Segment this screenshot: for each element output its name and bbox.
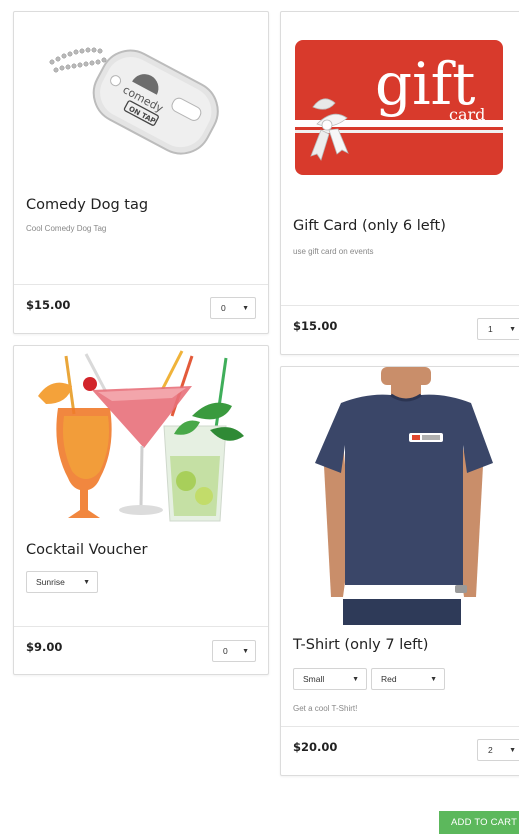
product-description: Cool Comedy Dog Tag bbox=[26, 224, 107, 233]
quantity-value: 0 bbox=[221, 303, 226, 313]
variant-select[interactable]: Sunrise ▼ bbox=[26, 571, 98, 593]
chevron-down-icon: ▼ bbox=[242, 647, 249, 655]
add-to-cart-button[interactable]: ADD TO CART bbox=[439, 811, 519, 834]
chevron-down-icon: ▼ bbox=[430, 675, 437, 683]
product-title: Gift Card (only 6 left) bbox=[293, 218, 446, 234]
product-price: $9.00 bbox=[26, 640, 63, 654]
product-card-dog-tag: comedy ON TAP Comedy Dog tag Cool Comedy… bbox=[13, 11, 269, 334]
product-title: Comedy Dog tag bbox=[26, 197, 149, 213]
card-divider bbox=[14, 284, 268, 285]
quantity-value: 2 bbox=[488, 745, 493, 755]
quantity-select[interactable]: 2 ▼ bbox=[477, 739, 519, 761]
quantity-value: 0 bbox=[223, 646, 228, 656]
product-description: use gift card on events bbox=[293, 247, 374, 256]
chevron-down-icon: ▼ bbox=[242, 304, 249, 312]
product-price: $20.00 bbox=[293, 740, 338, 754]
product-card-tshirt: T-Shirt (only 7 left) Small ▼ Red ▼ Get … bbox=[280, 366, 519, 776]
card-divider bbox=[14, 626, 268, 627]
gift-card-image: gift card bbox=[281, 12, 519, 212]
product-card-cocktail-voucher: Cocktail Voucher Sunrise ▼ $9.00 0 ▼ bbox=[13, 345, 269, 675]
product-description: Get a cool T-Shirt! bbox=[293, 704, 358, 713]
quantity-value: 1 bbox=[488, 324, 493, 334]
variant-value: Sunrise bbox=[36, 577, 65, 587]
cocktails-image bbox=[14, 346, 268, 531]
product-title: Cocktail Voucher bbox=[26, 542, 148, 558]
chevron-down-icon: ▼ bbox=[509, 325, 516, 333]
product-title: T-Shirt (only 7 left) bbox=[293, 637, 429, 653]
size-value: Small bbox=[303, 674, 325, 684]
card-divider bbox=[281, 726, 519, 727]
color-select[interactable]: Red ▼ bbox=[371, 668, 445, 690]
chevron-down-icon: ▼ bbox=[83, 578, 90, 586]
product-price: $15.00 bbox=[26, 298, 71, 312]
card-divider bbox=[281, 305, 519, 306]
color-value: Red bbox=[381, 674, 397, 684]
dog-tag-image: comedy ON TAP bbox=[14, 12, 268, 197]
quantity-select[interactable]: 0 ▼ bbox=[212, 640, 256, 662]
size-select[interactable]: Small ▼ bbox=[293, 668, 367, 690]
svg-text:card: card bbox=[449, 105, 485, 124]
chevron-down-icon: ▼ bbox=[352, 675, 359, 683]
quantity-select[interactable]: 0 ▼ bbox=[210, 297, 256, 319]
product-price: $15.00 bbox=[293, 319, 338, 333]
quantity-select[interactable]: 1 ▼ bbox=[477, 318, 519, 340]
product-card-gift-card: gift card Gift Card (only 6 left) use gi… bbox=[280, 11, 519, 355]
tshirt-image bbox=[281, 367, 519, 625]
chevron-down-icon: ▼ bbox=[509, 746, 516, 754]
